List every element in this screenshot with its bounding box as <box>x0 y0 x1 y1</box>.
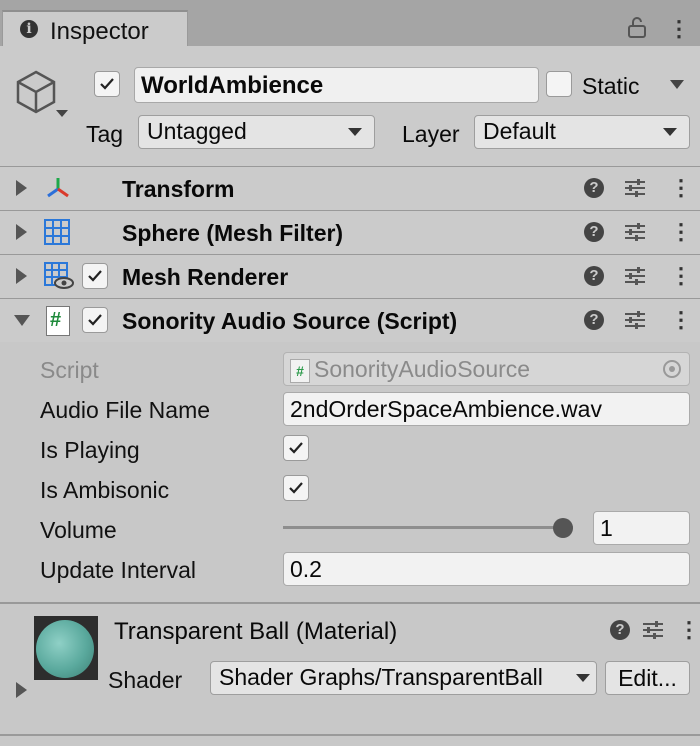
audio-file-field[interactable]: 2ndOrderSpaceAmbience.wav <box>283 392 690 426</box>
is-ambisonic-checkbox[interactable] <box>283 475 309 501</box>
object-picker-icon[interactable] <box>663 360 681 378</box>
static-dropdown-icon[interactable] <box>670 80 684 89</box>
gameobject-active-checkbox[interactable] <box>94 71 120 97</box>
gameobject-name: WorldAmbience <box>141 72 324 99</box>
script-label: Script <box>40 357 99 383</box>
material-menu-icon[interactable]: ⋮ <box>678 619 700 641</box>
update-interval-field[interactable]: 0.2 <box>283 552 690 586</box>
chevron-down-icon <box>348 128 362 136</box>
lock-icon[interactable] <box>626 16 648 43</box>
layer-dropdown[interactable]: Default <box>474 115 690 149</box>
tab-title: Inspector <box>50 18 149 45</box>
volume-value: 1 <box>600 515 613 541</box>
component-title: Sonority Audio Source (Script) <box>122 308 458 334</box>
component-title: Transform <box>122 176 235 202</box>
transform-axes-icon <box>44 176 72 205</box>
audio-file-value: 2ndOrderSpaceAmbience.wav <box>290 396 602 422</box>
audio-file-label: Audio File Name <box>40 397 211 423</box>
info-icon: i <box>20 20 38 38</box>
layer-label: Layer <box>402 121 460 147</box>
volume-slider-track[interactable] <box>283 526 573 529</box>
static-checkbox[interactable] <box>546 71 572 97</box>
window-menu-icon[interactable]: ⋮ <box>668 18 690 40</box>
foldout-expanded-arrow-icon[interactable] <box>14 315 30 326</box>
settings-sliders-icon[interactable] <box>642 620 664 645</box>
is-playing-checkbox[interactable] <box>283 435 309 461</box>
volume-field[interactable]: 1 <box>593 511 690 545</box>
material-foldout-arrow-icon[interactable] <box>16 682 27 698</box>
volume-slider-thumb[interactable] <box>553 518 573 538</box>
settings-sliders-icon[interactable] <box>624 222 646 247</box>
update-interval-label: Update Interval <box>40 557 196 583</box>
tag-dropdown[interactable]: Untagged <box>138 115 375 149</box>
is-playing-label: Is Playing <box>40 437 140 463</box>
material-title: Transparent Ball (Material) <box>114 618 398 645</box>
chevron-down-icon <box>663 128 677 136</box>
component-menu-icon[interactable]: ⋮ <box>670 265 692 287</box>
gameobject-cube-icon[interactable] <box>14 70 70 127</box>
component-menu-icon[interactable]: ⋮ <box>670 177 692 199</box>
foldout-arrow-icon[interactable] <box>16 224 27 240</box>
component-menu-icon[interactable]: ⋮ <box>670 221 692 243</box>
foldout-arrow-icon[interactable] <box>16 180 27 196</box>
script-asset-icon: # <box>290 359 310 383</box>
static-label: Static <box>582 73 640 99</box>
shader-label: Shader <box>108 667 183 693</box>
script-enabled-checkbox[interactable] <box>82 307 108 333</box>
gameobject-name-field[interactable]: WorldAmbience <box>134 67 539 103</box>
help-icon[interactable]: ? <box>610 620 630 640</box>
component-title: Mesh Renderer <box>122 264 289 290</box>
mesh-renderer-icon <box>44 262 74 295</box>
script-reference-field: # SonorityAudioSource <box>283 352 690 386</box>
mesh-renderer-enabled-checkbox[interactable] <box>82 263 108 289</box>
bottom-divider <box>0 734 700 736</box>
tag-label: Tag <box>86 121 124 147</box>
help-icon[interactable]: ? <box>584 266 604 286</box>
csharp-script-icon: # <box>46 306 70 336</box>
help-icon[interactable]: ? <box>584 222 604 242</box>
material-preview-icon <box>34 616 98 680</box>
settings-sliders-icon[interactable] <box>624 310 646 335</box>
shader-edit-button[interactable]: Edit... <box>605 661 690 695</box>
update-interval-value: 0.2 <box>290 556 322 582</box>
is-ambisonic-label: Is Ambisonic <box>40 477 170 503</box>
mesh-filter-icon <box>44 219 70 250</box>
foldout-arrow-icon[interactable] <box>16 268 27 284</box>
tag-value: Untagged <box>147 118 247 144</box>
volume-label: Volume <box>40 517 117 543</box>
layer-value: Default <box>483 118 556 144</box>
component-menu-icon[interactable]: ⋮ <box>670 309 692 331</box>
shader-dropdown[interactable]: Shader Graphs/TransparentBall <box>210 661 597 695</box>
settings-sliders-icon[interactable] <box>624 178 646 203</box>
help-icon[interactable]: ? <box>584 310 604 330</box>
shader-value: Shader Graphs/TransparentBall <box>219 664 543 690</box>
help-icon[interactable]: ? <box>584 178 604 198</box>
settings-sliders-icon[interactable] <box>624 266 646 291</box>
chevron-down-icon <box>576 674 590 682</box>
component-title: Sphere (Mesh Filter) <box>122 220 344 246</box>
script-value: SonorityAudioSource <box>314 356 531 382</box>
